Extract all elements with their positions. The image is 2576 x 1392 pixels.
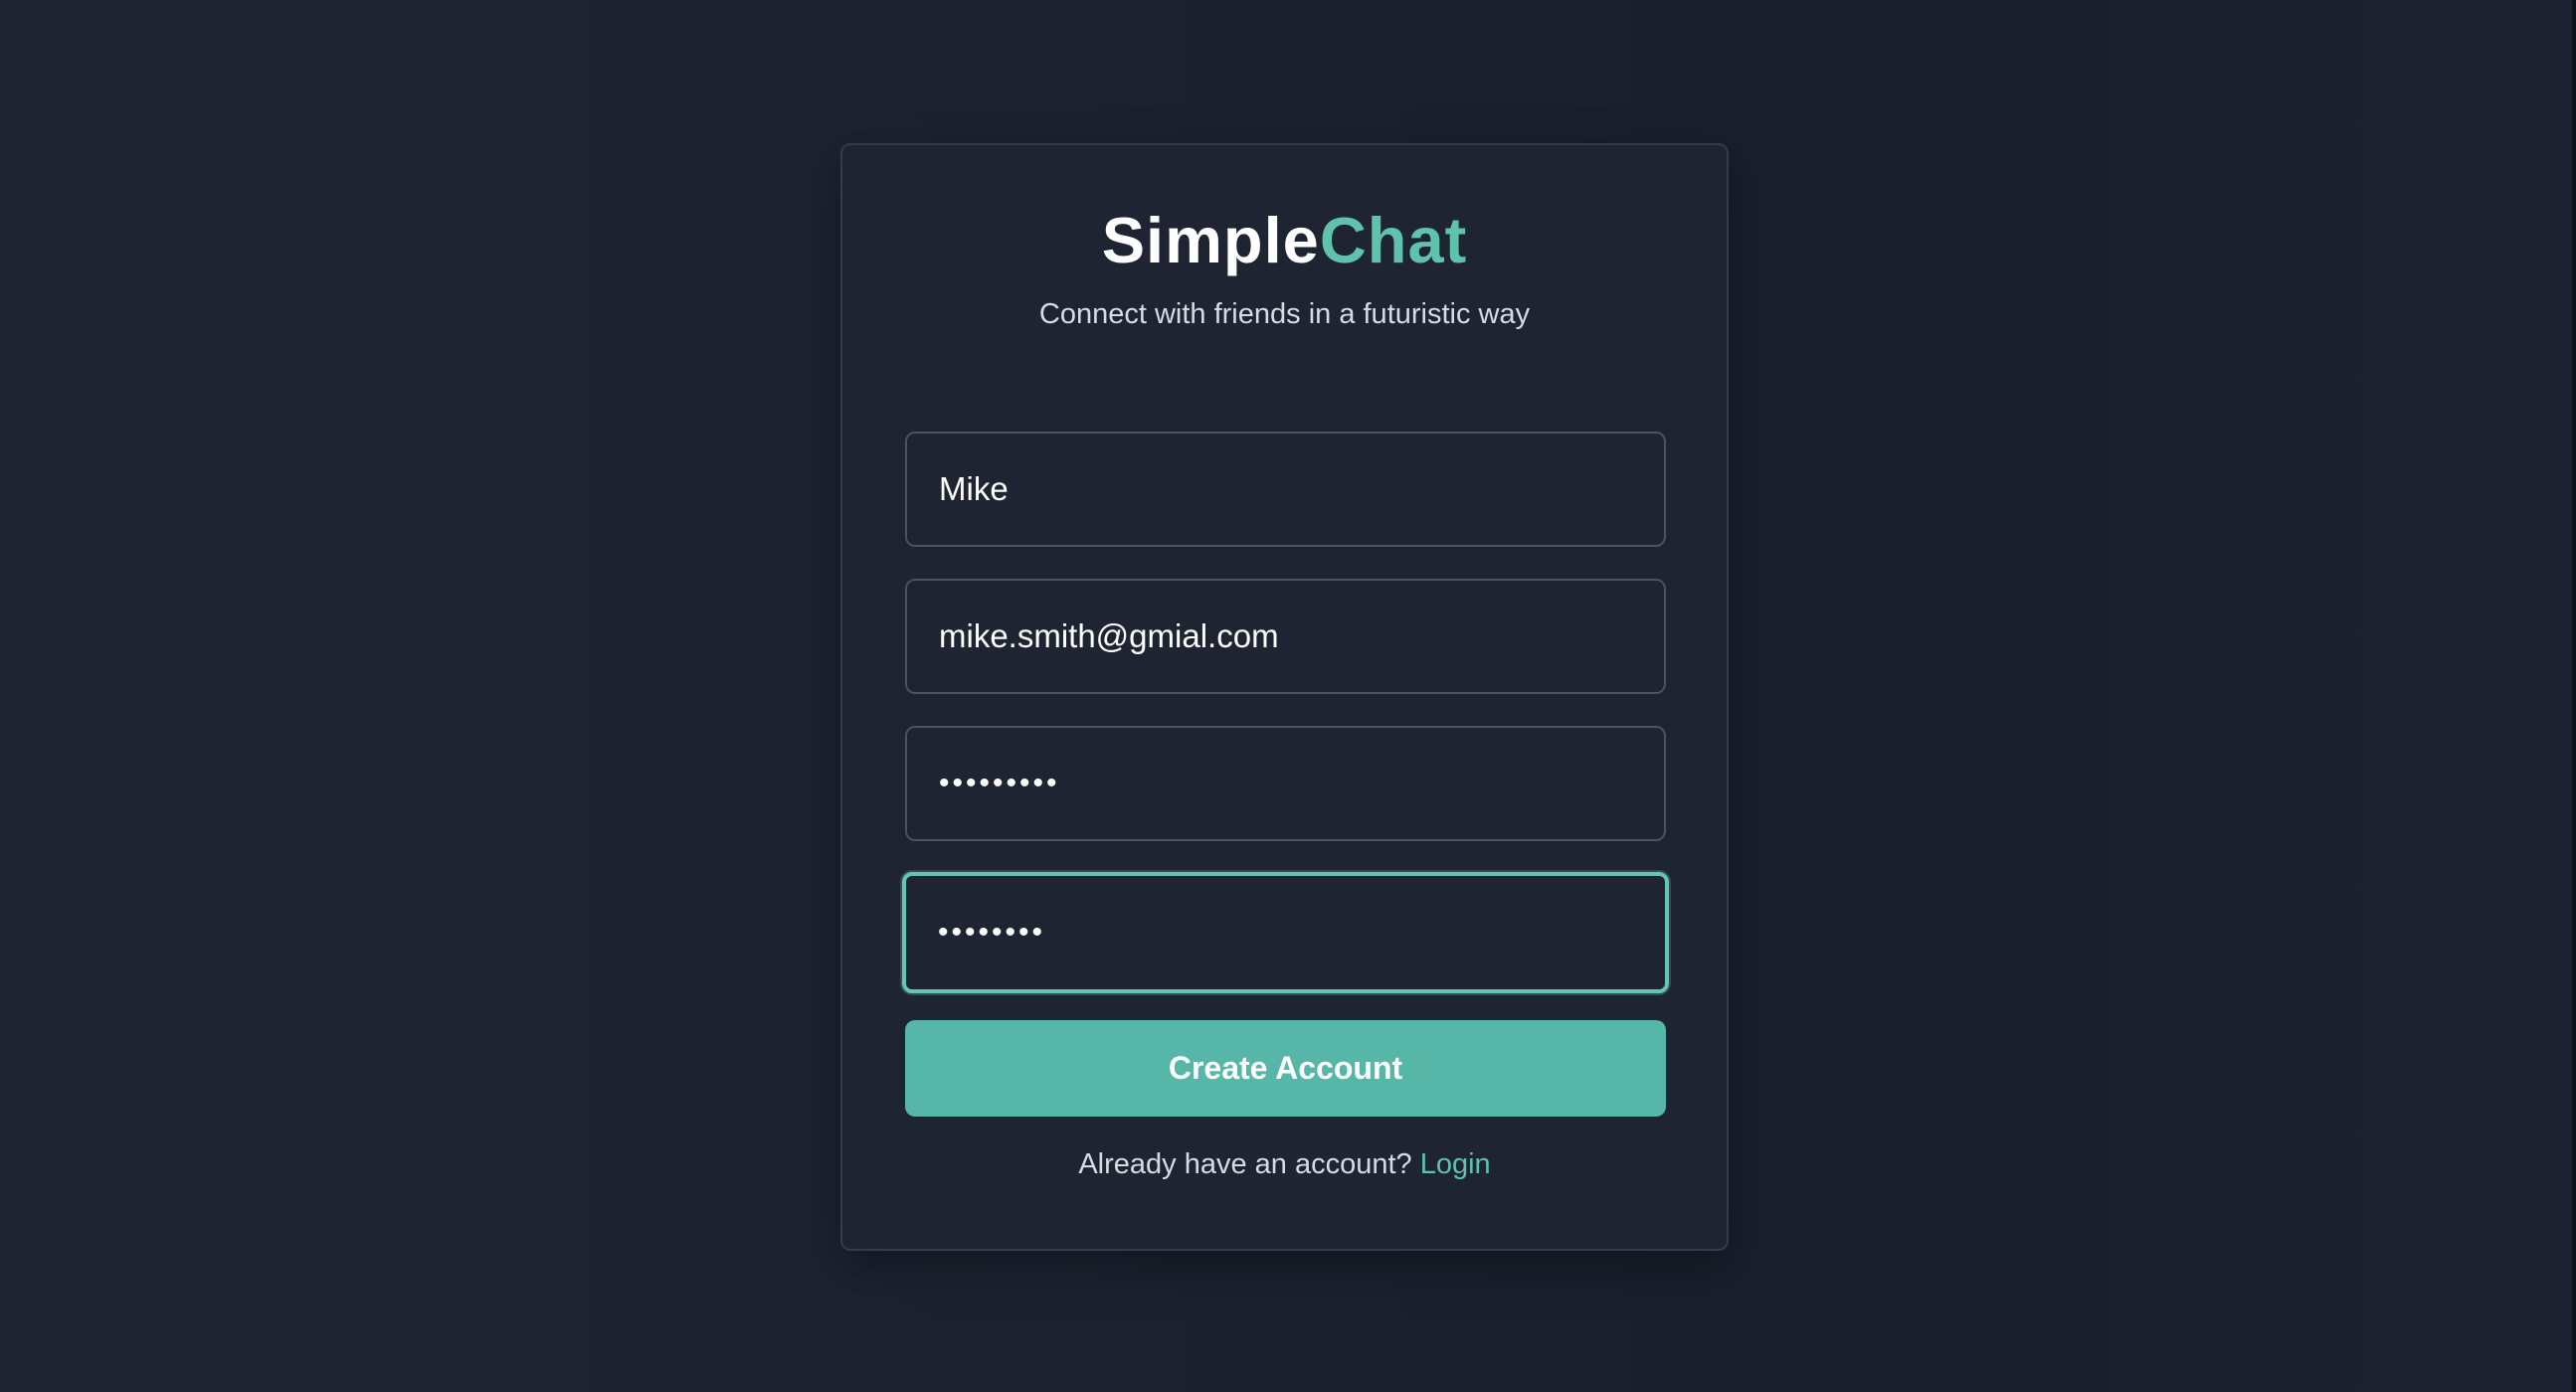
signup-card: SimpleChat Connect with friends in a fut… xyxy=(840,143,1729,1251)
login-link[interactable]: Login xyxy=(1420,1148,1491,1180)
password-field[interactable] xyxy=(905,726,1666,841)
window-edge xyxy=(2572,0,2576,1392)
create-account-button[interactable]: Create Account xyxy=(905,1020,1666,1117)
email-field[interactable] xyxy=(905,579,1666,694)
logo-text-simple: Simple xyxy=(1101,204,1320,276)
login-prompt-text: Already have an account? xyxy=(1078,1148,1412,1180)
confirm-password-field[interactable] xyxy=(902,872,1669,993)
tagline: Connect with friends in a futuristic way xyxy=(1038,298,1531,330)
app-logo: SimpleChat xyxy=(842,205,1727,276)
logo-text-chat: Chat xyxy=(1319,204,1468,276)
login-prompt: Already have an account? Login xyxy=(842,1148,1727,1181)
username-field[interactable] xyxy=(905,432,1666,547)
